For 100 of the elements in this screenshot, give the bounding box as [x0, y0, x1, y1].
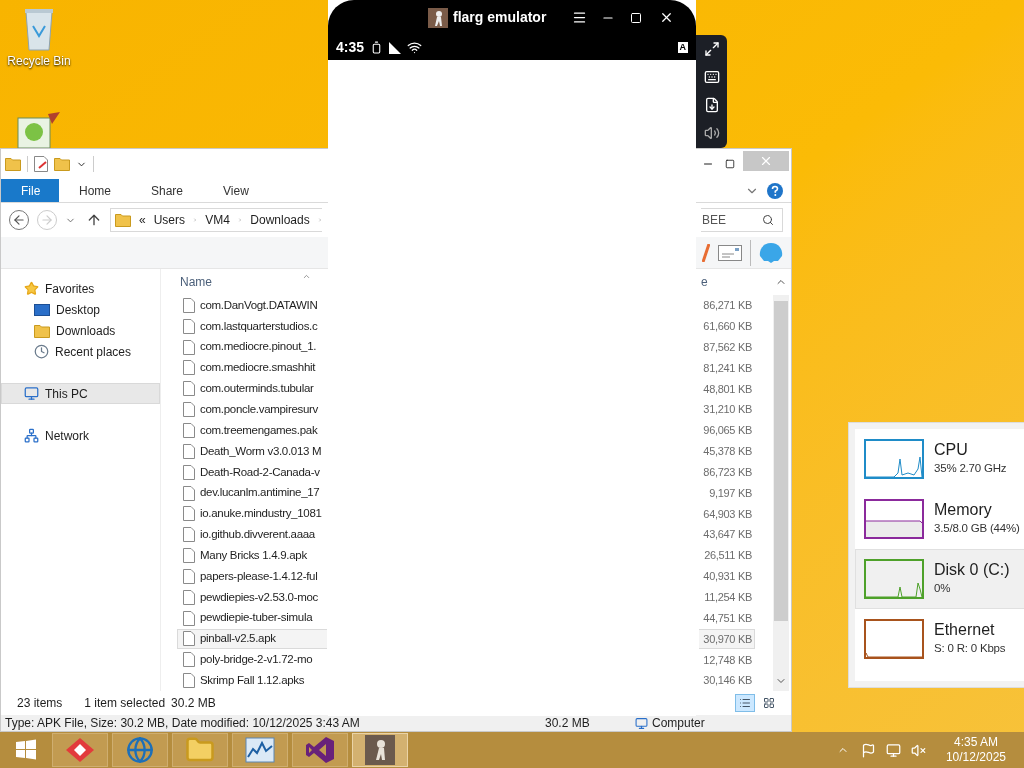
file-list-item[interactable]: com.lastquarterstudios.c [177, 315, 327, 337]
performance-item[interactable]: Disk 0 (C:) 0% [855, 549, 1024, 609]
file-list-item[interactable]: com.mediocre.pinout_1. [177, 336, 327, 358]
file-icon [183, 339, 195, 355]
breadcrumb-item[interactable]: VM4 [205, 211, 230, 229]
volume-icon[interactable] [703, 125, 720, 141]
file-icon [183, 402, 195, 418]
file-list-item[interactable]: pewdiepies-v2.53.0-moc [177, 586, 327, 608]
search-icon [762, 214, 774, 226]
file-list-item[interactable]: com.DanVogt.DATAWIN [177, 295, 327, 316]
brush-icon[interactable] [702, 243, 710, 262]
file-list-item[interactable]: io.anuke.mindustry_1081 [177, 503, 327, 525]
volume-muted-icon[interactable] [910, 742, 926, 758]
file-size: 87,562 KB [702, 339, 753, 355]
emulator-title: flarg emulator [453, 8, 547, 27]
nav-item[interactable]: Desktop [1, 299, 160, 320]
file-list-item[interactable]: com.mediocre.smashhit [177, 357, 327, 379]
file-list-item[interactable]: com.outerminds.tubular [177, 378, 327, 400]
file-size: 45,378 KB [702, 444, 753, 460]
file-icon [183, 610, 195, 626]
desktop-shortcut-icon[interactable] [16, 112, 60, 148]
computer-icon [24, 386, 39, 401]
trash-bin-icon[interactable] [23, 6, 55, 52]
file-size: 26,511 KB [703, 548, 753, 564]
file-list-item[interactable]: com.poncle.vampiresurv [177, 399, 327, 421]
maximize-icon [725, 159, 735, 169]
file-list-item[interactable]: io.github.divverent.aaaa [177, 524, 327, 546]
keyboard-icon[interactable] [703, 69, 720, 85]
scrollbar[interactable] [773, 295, 789, 691]
view-mode-button[interactable] [735, 694, 755, 712]
file-list-item[interactable]: Skrimp Fall 1.12.apks [177, 670, 327, 692]
file-size: 12,748 KB [702, 652, 753, 668]
file-list-item[interactable]: papers-please-1.4.12-ful [177, 565, 327, 587]
file-size: 96,065 KB [702, 423, 753, 439]
card-icon[interactable] [718, 244, 742, 261]
close-button[interactable] [659, 10, 674, 25]
file-list-item[interactable]: Many Bricks 1.4.9.apk [177, 545, 327, 566]
folder-icon [5, 157, 21, 171]
folder-icon [115, 213, 131, 227]
performance-item[interactable]: Memory 3.5/8.0 GB (44%) [855, 489, 1024, 549]
close-icon [759, 154, 773, 168]
resource-value: 3.5/8.0 GB (44%) [934, 521, 1020, 537]
file-list-item[interactable]: pinball-v2.5.apk [177, 628, 327, 650]
taskbar-app-button[interactable] [232, 733, 288, 767]
file-icon [183, 548, 195, 564]
nav-item[interactable]: This PC [1, 383, 160, 404]
file-icon [183, 673, 195, 689]
resource-name: Disk 0 (C:) [934, 560, 1010, 581]
breadcrumb-item[interactable]: Users [153, 211, 186, 229]
nav-item[interactable]: Downloads [1, 320, 160, 341]
file-size: 30,970 KB [699, 628, 755, 650]
help-icon[interactable] [767, 182, 783, 199]
search-field[interactable]: BEE [701, 208, 783, 232]
ribbon-tab[interactable]: File [1, 179, 59, 202]
input-method-badge: A [677, 42, 688, 53]
file-icon [183, 381, 195, 397]
name-column-header[interactable]: Name [177, 273, 302, 291]
breadcrumb-item[interactable]: Downloads [250, 211, 310, 229]
column-header[interactable]: e [701, 273, 757, 291]
properties-icon[interactable] [34, 156, 48, 172]
details-view-icon [739, 697, 751, 709]
performance-item[interactable]: Ethernet S: 0 R: 0 Kbps [855, 609, 1024, 669]
file-list-item[interactable]: pewdiepie-tuber-simula [177, 607, 327, 629]
performance-item[interactable]: CPU 35% 2.70 GHz [855, 429, 1024, 489]
taskbar-app-button[interactable] [292, 733, 348, 767]
ribbon-tab[interactable]: Home [59, 179, 131, 202]
studio-icon [305, 736, 335, 764]
maximize-button[interactable] [630, 11, 642, 24]
apk-install-icon[interactable] [703, 97, 720, 113]
taskbar-app-button[interactable] [52, 733, 108, 767]
ribbon-tab[interactable]: Share [131, 179, 204, 202]
logo-icon [428, 7, 448, 28]
shell-icon[interactable] [759, 241, 783, 264]
resource-name: Ethernet [934, 620, 996, 641]
up-button[interactable] [86, 212, 102, 228]
file-list-item[interactable]: Death_Worm v3.0.013 M [177, 440, 327, 462]
chart-icon [245, 737, 275, 763]
file-list-item[interactable]: dev.lucanlm.antimine_17 [177, 482, 327, 504]
menu-icon[interactable] [572, 10, 587, 25]
address-bar[interactable]: « Users VM4 Downloads [110, 208, 322, 232]
nav-item[interactable]: Favorites [1, 278, 160, 299]
taskbar-app-button[interactable] [112, 733, 168, 767]
file-list-item[interactable]: com.treemengames.pak [177, 420, 327, 441]
ribbon-tab[interactable]: View [203, 179, 269, 202]
star-icon [24, 281, 39, 296]
file-icon [183, 423, 195, 438]
app-icon [65, 737, 95, 763]
file-size: 44,751 KB [702, 610, 753, 626]
flag-icon[interactable] [860, 742, 876, 758]
file-list-item[interactable]: poly-bridge-2-v1.72-mo [177, 649, 327, 671]
nav-item[interactable]: Network [1, 425, 160, 446]
file-list-item[interactable]: Death-Road-2-Canada-v [177, 461, 327, 483]
taskbar-app-button[interactable] [352, 733, 408, 767]
fullscreen-icon[interactable] [703, 41, 720, 57]
computer-icon [635, 716, 648, 730]
network-icon[interactable] [885, 742, 901, 758]
file-icon [183, 506, 195, 522]
nav-item[interactable]: Recent places [1, 341, 160, 362]
breadcrumb-overflow[interactable]: « [139, 211, 146, 229]
details-bar-text: Type: APK File, Size: 30.2 MB, Date modified: 10/12/2025 3:43 AM [5, 715, 361, 732]
